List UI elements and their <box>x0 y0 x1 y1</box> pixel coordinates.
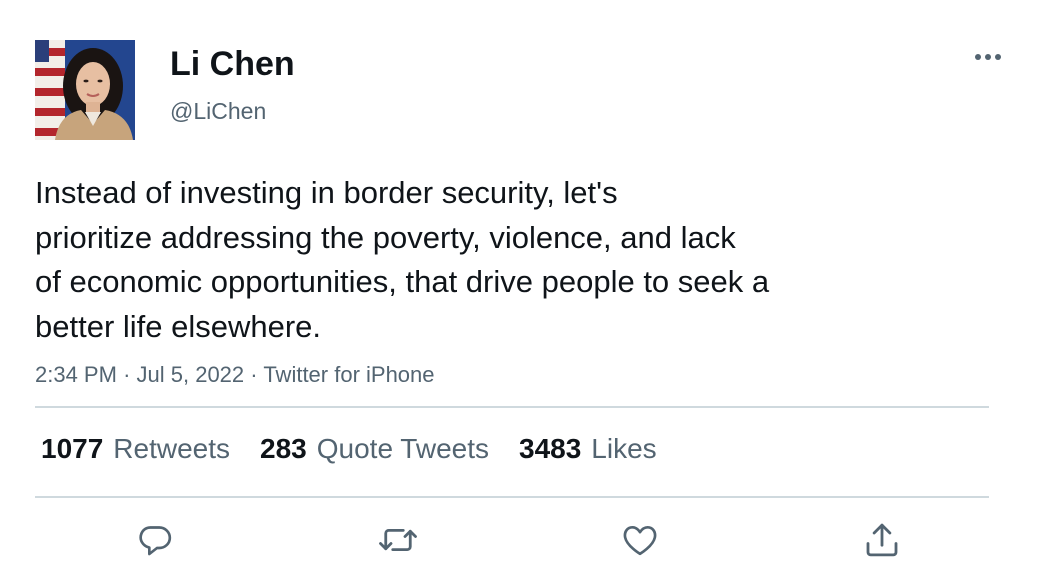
tweet-date[interactable]: Jul 5, 2022 <box>137 362 245 387</box>
reply-icon <box>139 526 172 556</box>
quote-tweets-count: 283 <box>260 433 307 464</box>
tweet-stats: 1077 Retweets 283 Quote Tweets 3483 Likes <box>41 432 687 466</box>
likes-label: Likes <box>591 433 657 464</box>
retweets-count: 1077 <box>41 433 104 464</box>
like-button[interactable] <box>618 518 662 562</box>
retweet-button[interactable] <box>376 518 420 562</box>
author-display-name[interactable]: Li Chen <box>170 44 295 84</box>
quote-tweets-label: Quote Tweets <box>316 433 489 464</box>
tweet-text: Instead of investing in border security,… <box>35 175 770 344</box>
avatar-image <box>35 40 135 140</box>
share-button[interactable] <box>860 518 904 562</box>
divider <box>35 496 989 498</box>
meta-separator: · <box>250 362 258 387</box>
likes-stat[interactable]: 3483 Likes <box>519 432 657 466</box>
retweets-label: Retweets <box>113 433 231 464</box>
tweet-time[interactable]: 2:34 PM <box>35 362 117 387</box>
quote-tweets-stat[interactable]: 283 Quote Tweets <box>260 432 489 466</box>
retweets-stat[interactable]: 1077 Retweets <box>41 432 230 466</box>
avatar[interactable] <box>35 40 135 140</box>
tweet-source[interactable]: Twitter for iPhone <box>263 362 434 387</box>
share-icon <box>866 523 898 557</box>
divider <box>35 406 989 408</box>
reply-button[interactable] <box>133 518 177 562</box>
more-options-button[interactable] <box>968 42 1008 72</box>
likes-count: 3483 <box>519 433 582 464</box>
retweet-icon <box>379 528 417 552</box>
tweet-meta: 2:34 PM · Jul 5, 2022 · Twitter for iPho… <box>35 361 435 389</box>
heart-icon <box>623 526 657 556</box>
meta-separator: · <box>123 362 131 387</box>
author-handle[interactable]: @LiChen <box>170 97 266 125</box>
more-horizontal-icon <box>975 54 1001 60</box>
